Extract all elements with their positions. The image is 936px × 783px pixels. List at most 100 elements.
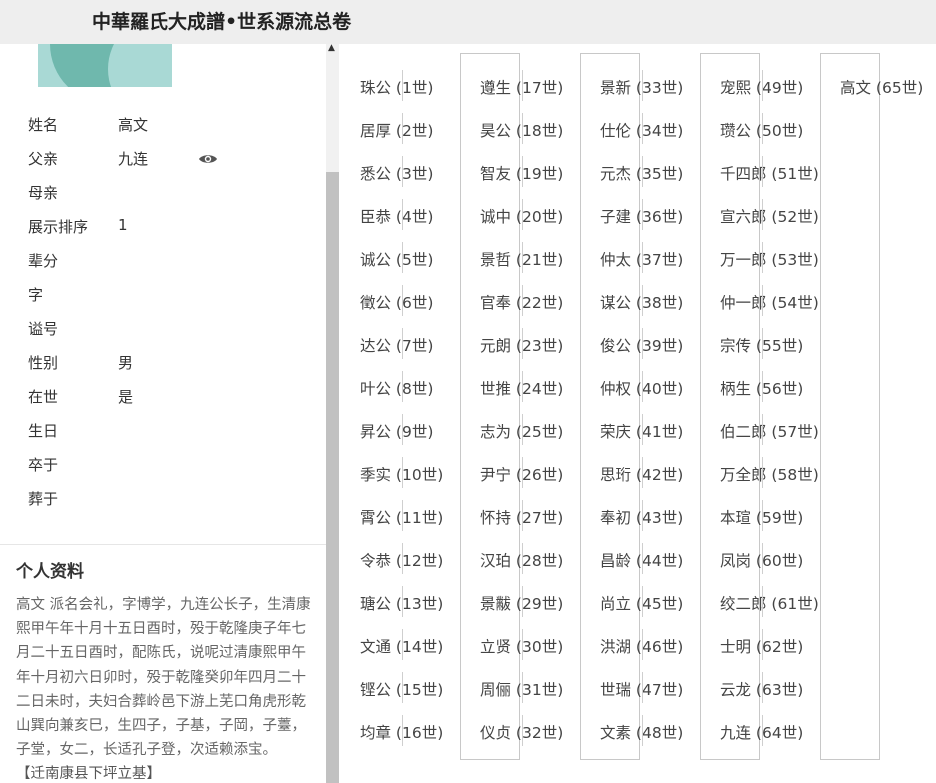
lineage-item[interactable]: 凤岗 (60世): [720, 543, 803, 574]
lineage-item[interactable]: 昇公 (9世): [360, 414, 433, 445]
lineage-item[interactable]: 士明 (62世): [720, 629, 803, 660]
lineage-item[interactable]: 九连 (64世): [720, 715, 803, 746]
lineage-item[interactable]: 元朗 (23世): [480, 328, 563, 359]
field-label: 字: [28, 286, 44, 304]
profile-field-row: 谥号: [0, 318, 326, 352]
lineage-item[interactable]: 臣恭 (4世): [360, 199, 433, 230]
scroll-up-arrow-icon[interactable]: ▲: [328, 44, 340, 53]
profile-field-row: 性别 男: [0, 352, 326, 386]
lineage-item[interactable]: 叶公 (8世): [360, 371, 433, 402]
lineage-item[interactable]: 瑭公 (13世): [360, 586, 443, 617]
avatar: [38, 44, 172, 87]
lineage-item[interactable]: 谋公 (38世): [600, 285, 683, 316]
lineage-item[interactable]: 霄公 (11世): [360, 500, 443, 531]
lineage-item[interactable]: 铿公 (15世): [360, 672, 443, 703]
lineage-item[interactable]: 宣六郎 (52世): [720, 199, 819, 230]
field-value: 1: [118, 216, 128, 234]
lineage-item[interactable]: 尚立 (45世): [600, 586, 683, 617]
lineage-item[interactable]: 周俪 (31世): [480, 672, 563, 703]
field-label: 父亲: [28, 150, 59, 168]
lineage-item[interactable]: 居厚 (2世): [360, 113, 433, 144]
lineage-item[interactable]: 悉公 (3世): [360, 156, 433, 187]
bio-text: 高文 派名会礼，字博学，九连公长子，生清康熙甲午年十月十五日酉时，殁于乾隆庚子年…: [16, 597, 311, 759]
lineage-item[interactable]: 万一郎 (53世): [720, 242, 819, 273]
lineage-item[interactable]: 洪湖 (46世): [600, 629, 683, 660]
lineage-item[interactable]: 汉珀 (28世): [480, 543, 563, 574]
lineage-item[interactable]: 文通 (14世): [360, 629, 443, 660]
lineage-item[interactable]: 思珩 (42世): [600, 457, 683, 488]
field-label: 母亲: [28, 184, 59, 202]
field-label: 辈分: [28, 252, 59, 270]
lineage-item[interactable]: 高文 (65世): [840, 76, 923, 98]
lineage-item[interactable]: 仲一郎 (54世): [720, 285, 819, 316]
column-box: [820, 53, 880, 760]
lineage-item[interactable]: 昌龄 (44世): [600, 543, 683, 574]
lineage-item[interactable]: 千四郎 (51世): [720, 156, 819, 187]
lineage-item[interactable]: 奉初 (43世): [600, 500, 683, 531]
scrollbar[interactable]: [326, 44, 339, 783]
lineage-item[interactable]: 景黻 (29世): [480, 586, 563, 617]
lineage-item[interactable]: 仲权 (40世): [600, 371, 683, 402]
lineage-item[interactable]: 绞二郎 (61世): [720, 586, 819, 617]
field-label: 在世: [28, 388, 59, 406]
field-label: 性别: [28, 354, 59, 372]
field-value: 高文: [118, 116, 149, 134]
lineage-item[interactable]: 柄生 (56世): [720, 371, 803, 402]
profile-field-row: 母亲: [0, 182, 326, 216]
lineage-item[interactable]: 立贤 (30世): [480, 629, 563, 660]
lineage-item[interactable]: 仲太 (37世): [600, 242, 683, 273]
profile-field-row: 字: [0, 284, 326, 318]
lineage-item[interactable]: 官奉 (22世): [480, 285, 563, 316]
lineage-item[interactable]: 荣庆 (41世): [600, 414, 683, 445]
lineage-item[interactable]: 云龙 (63世): [720, 672, 803, 703]
lineage-item[interactable]: 诚公 (5世): [360, 242, 433, 273]
lineage-panel: 珠公 (1世) 居厚 (2世) 悉公 (3世) 臣恭 (4世) 诚公 (5世) 徵公 (6…: [340, 44, 936, 783]
scroll-thumb[interactable]: [326, 172, 339, 783]
lineage-item[interactable]: 令恭 (12世): [360, 543, 443, 574]
lineage-item[interactable]: 徵公 (6世): [360, 285, 433, 316]
lineage-item[interactable]: 昊公 (18世): [480, 113, 563, 144]
profile-field-row: 在世 是: [0, 386, 326, 420]
page-title: 中華羅氏大成譜•世系源流总卷: [92, 11, 352, 33]
lineage-item[interactable]: 本瑄 (59世): [720, 500, 803, 531]
lineage-item[interactable]: 伯二郎 (57世): [720, 414, 819, 445]
lineage-item[interactable]: 尹宁 (26世): [480, 457, 563, 488]
field-label: 生日: [28, 422, 59, 440]
lineage-item[interactable]: 俊公 (39世): [600, 328, 683, 359]
divider: [0, 544, 326, 545]
lineage-item[interactable]: 怀持 (27世): [480, 500, 563, 531]
eye-icon[interactable]: [198, 152, 218, 166]
lineage-item[interactable]: 世推 (24世): [480, 371, 563, 402]
lineage-item[interactable]: 子建 (36世): [600, 199, 683, 230]
lineage-item[interactable]: 季实 (10世): [360, 457, 443, 488]
field-label: 姓名: [28, 116, 59, 134]
lineage-item[interactable]: 均章 (16世): [360, 715, 443, 746]
field-label: 展示排序: [28, 218, 89, 236]
lineage-item[interactable]: 仕伦 (34世): [600, 113, 683, 144]
field-label: 葬于: [28, 490, 59, 508]
lineage-item[interactable]: 景哲 (21世): [480, 242, 563, 273]
lineage-item[interactable]: 万全郎 (58世): [720, 457, 819, 488]
lineage-item[interactable]: 宠熙 (49世): [720, 70, 803, 101]
lineage-item[interactable]: 志为 (25世): [480, 414, 563, 445]
profile-field-row: 展示排序 1: [0, 216, 326, 250]
field-value: 男: [118, 354, 134, 372]
bio-title: 个人资料: [16, 562, 84, 582]
lineage-item[interactable]: 元杰 (35世): [600, 156, 683, 187]
lineage-item[interactable]: 达公 (7世): [360, 328, 433, 359]
lineage-item[interactable]: 珠公 (1世): [360, 70, 433, 101]
profile-field-row: 辈分: [0, 250, 326, 284]
lineage-item[interactable]: 瓒公 (50世): [720, 113, 803, 144]
bio-note: 【迁南康县下坪立基】: [16, 766, 161, 782]
field-label: 谥号: [28, 320, 59, 338]
lineage-item[interactable]: 宗传 (55世): [720, 328, 803, 359]
lineage-item[interactable]: 遵生 (17世): [480, 70, 563, 101]
lineage-item[interactable]: 文素 (48世): [600, 715, 683, 746]
lineage-item[interactable]: 景新 (33世): [600, 70, 683, 101]
lineage-item[interactable]: 世瑞 (47世): [600, 672, 683, 703]
lineage-item[interactable]: 诚中 (20世): [480, 199, 563, 230]
profile-panel: 姓名 高文 父亲 九连 母亲 展示排序 1 辈分字谥号 性别 男在世 是生日 卒于 葬于 个人资料 高文…: [0, 44, 326, 783]
lineage-item[interactable]: 智友 (19世): [480, 156, 563, 187]
field-value[interactable]: 九连: [118, 148, 148, 169]
lineage-item[interactable]: 仪贞 (32世): [480, 715, 563, 746]
